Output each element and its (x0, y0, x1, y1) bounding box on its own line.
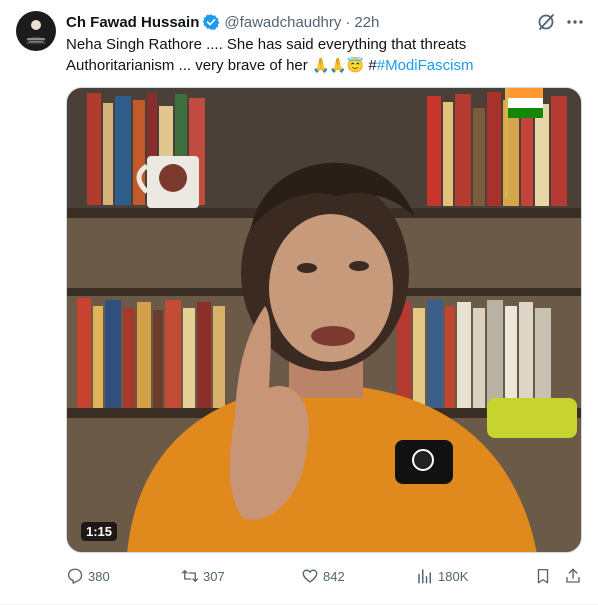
author-handle[interactable]: @fawadchaudhry (224, 14, 341, 31)
verified-badge-icon (203, 14, 220, 30)
video-duration: 1:15 (81, 522, 118, 541)
like-button[interactable]: 842 (301, 567, 345, 585)
tweet-text-line-1: Neha Singh Rathore .... She has said eve… (66, 36, 467, 53)
avatar-figure-icon (26, 20, 46, 44)
share-button[interactable] (564, 567, 586, 585)
tweet-text-body: Authoritarianism ... very brave of her (66, 57, 308, 74)
timestamp[interactable]: 22h (354, 14, 379, 31)
action-bar: 380 307 842 180K (66, 567, 586, 589)
bookmark-button[interactable] (534, 567, 556, 585)
tweet-text: Neha Singh Rathore .... She has said eve… (66, 35, 566, 76)
author-name[interactable]: Ch Fawad Hussain (66, 14, 199, 31)
bookmark-icon (537, 568, 549, 584)
mug (136, 156, 199, 208)
like-icon (302, 569, 318, 583)
repost-count: 307 (203, 568, 225, 584)
tweet-card[interactable]: Ch Fawad Hussain @fawadchaudhry · 22h Ne… (0, 0, 598, 605)
video-player[interactable]: 1:15 (66, 87, 582, 553)
repost-icon (181, 570, 199, 582)
reply-icon (67, 568, 83, 584)
reply-count: 380 (88, 568, 110, 584)
hashtag-link[interactable]: #ModiFascism (377, 57, 474, 74)
share-icon (566, 568, 580, 583)
more-icon[interactable] (565, 12, 585, 32)
views-count: 180K (438, 568, 469, 584)
repost-button[interactable]: 307 (181, 567, 225, 585)
tweet-emojis: 🙏🙏😇 (311, 57, 365, 73)
reply-button[interactable]: 380 (66, 567, 110, 585)
tweet-header: Ch Fawad Hussain @fawadchaudhry · 22h (66, 12, 379, 32)
like-count: 842 (323, 568, 345, 584)
tweet-text-line-2: Authoritarianism ... very brave of her 🙏… (66, 55, 566, 76)
views-button[interactable]: 180K (416, 567, 468, 585)
video-frame (67, 88, 581, 552)
avatar[interactable] (16, 11, 56, 51)
views-icon (418, 569, 431, 584)
hash-prefix: # (368, 57, 377, 74)
separator-dot: · (345, 13, 351, 31)
grok-icon[interactable] (536, 12, 556, 32)
